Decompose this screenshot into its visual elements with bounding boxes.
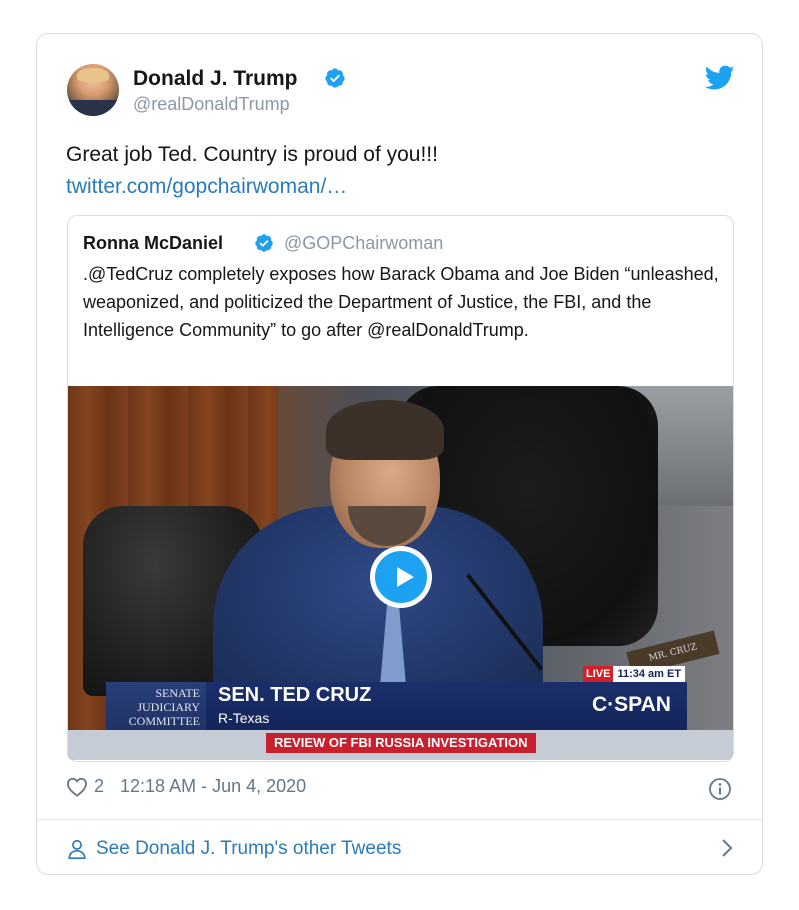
like-count[interactable]: 2 bbox=[94, 776, 104, 797]
video-banner-strip: REVIEW OF FBI RUSSIA INVESTIGATION bbox=[68, 730, 733, 760]
quoted-tweet[interactable]: Ronna McDaniel @GOPChairwoman .@TedCruz … bbox=[67, 215, 734, 762]
network-logo: C·SPAN bbox=[592, 693, 671, 716]
other-tweets-link[interactable]: See Donald J. Trump's other Tweets bbox=[66, 834, 734, 864]
other-tweets-label[interactable]: See Donald J. Trump's other Tweets bbox=[96, 838, 401, 860]
quoted-author-name[interactable]: Ronna McDaniel bbox=[83, 233, 223, 254]
video-banner-text: REVIEW OF FBI RUSSIA INVESTIGATION bbox=[266, 733, 536, 753]
tweet-link[interactable]: twitter.com/gopchairwoman/… bbox=[66, 172, 347, 202]
live-label: LIVE bbox=[583, 666, 614, 682]
tweet-meta: 2 12:18 AM - Jun 4, 2020 bbox=[66, 776, 306, 797]
person-icon bbox=[68, 839, 86, 859]
embedded-tweet-card: Donald J. Trump @realDonaldTrump Great j… bbox=[36, 33, 763, 875]
verified-badge-icon bbox=[255, 234, 273, 252]
video-lower-third: SENATE JUDICIARY COMMITTEE SEN. TED CRUZ… bbox=[106, 682, 616, 730]
verified-badge-icon bbox=[325, 68, 345, 88]
footer-divider bbox=[37, 819, 762, 820]
author-display-name[interactable]: Donald J. Trump bbox=[133, 67, 298, 91]
author-avatar[interactable] bbox=[67, 64, 119, 116]
live-time: 11:34 am ET bbox=[613, 666, 686, 682]
play-button[interactable] bbox=[370, 546, 432, 608]
tweet-timestamp[interactable]: 12:18 AM - Jun 4, 2020 bbox=[120, 776, 306, 797]
live-indicator: LIVE 11:34 am ET bbox=[583, 666, 686, 682]
chevron-right-icon[interactable] bbox=[720, 838, 734, 858]
speaker-sub-caption: R-Texas bbox=[218, 710, 270, 726]
play-icon bbox=[375, 551, 427, 603]
info-icon[interactable] bbox=[708, 777, 732, 801]
network-logo-box: C·SPAN bbox=[583, 682, 687, 730]
avatar-suit bbox=[67, 100, 119, 116]
quoted-tweet-text: .@TedCruz completely exposes how Barack … bbox=[83, 264, 719, 340]
author-handle[interactable]: @realDonaldTrump bbox=[133, 94, 290, 115]
committee-caption: SENATE JUDICIARY COMMITTEE bbox=[106, 682, 206, 730]
speaker-name-caption: SEN. TED CRUZ bbox=[218, 684, 372, 706]
quoted-author-handle[interactable]: @GOPChairwoman bbox=[284, 233, 443, 254]
tweet-text: Great job Ted. Country is proud of you!!… bbox=[66, 143, 438, 166]
twitter-bird-icon[interactable] bbox=[705, 65, 735, 91]
heart-icon[interactable] bbox=[66, 777, 88, 797]
video-player[interactable]: MR. CRUZ LIVE 11:34 am ET SENATE JUDICIA… bbox=[68, 386, 733, 760]
video-person-hair bbox=[326, 400, 444, 460]
avatar-hair bbox=[77, 68, 109, 82]
